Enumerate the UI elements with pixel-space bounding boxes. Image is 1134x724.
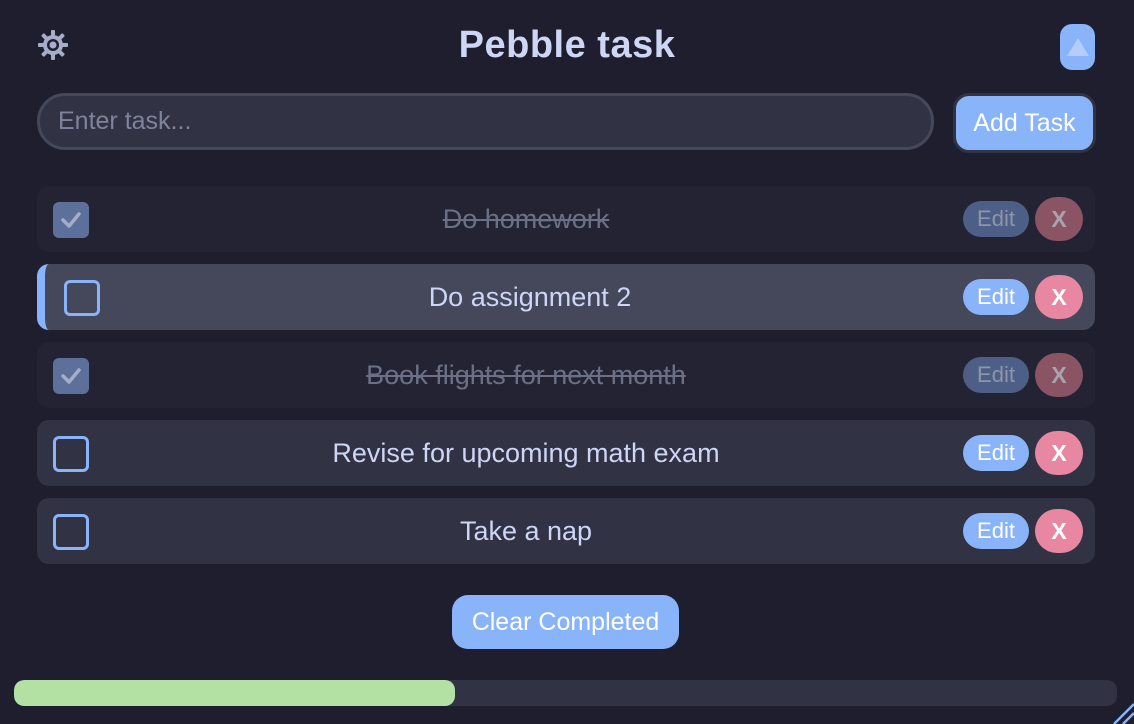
task-checkbox[interactable] bbox=[64, 280, 100, 316]
app-window: Pebble task Add Task Do homework Edit X … bbox=[0, 0, 1134, 724]
task-list: Do homework Edit X Do assignment 2 Edit … bbox=[37, 186, 1095, 576]
resize-handle[interactable] bbox=[1106, 696, 1134, 724]
task-checkbox[interactable] bbox=[53, 358, 89, 394]
edit-button[interactable]: Edit bbox=[963, 279, 1029, 315]
edit-button[interactable]: Edit bbox=[963, 201, 1029, 237]
task-item: Revise for upcoming math exam Edit X bbox=[37, 420, 1095, 486]
task-item: Take a nap Edit X bbox=[37, 498, 1095, 564]
task-checkbox[interactable] bbox=[53, 514, 89, 550]
task-text: Revise for upcoming math exam bbox=[332, 438, 720, 468]
add-task-button[interactable]: Add Task bbox=[953, 93, 1096, 153]
task-item: Do homework Edit X bbox=[37, 186, 1095, 252]
progress-bar bbox=[14, 680, 1117, 706]
task-text: Book flights for next month bbox=[366, 360, 686, 390]
delete-button[interactable]: X bbox=[1035, 197, 1083, 241]
delete-button[interactable]: X bbox=[1035, 353, 1083, 397]
collapse-button[interactable] bbox=[1060, 24, 1095, 70]
progress-fill bbox=[14, 680, 456, 706]
delete-button[interactable]: X bbox=[1035, 275, 1083, 319]
app-title: Pebble task bbox=[458, 24, 676, 66]
delete-button[interactable]: X bbox=[1035, 431, 1083, 475]
task-text: Do assignment 2 bbox=[428, 282, 632, 312]
edit-button[interactable]: Edit bbox=[963, 357, 1029, 393]
task-checkbox[interactable] bbox=[53, 202, 89, 238]
task-item: Do assignment 2 Edit X bbox=[37, 264, 1095, 330]
triangle-up-icon bbox=[1066, 38, 1089, 56]
task-text: Take a nap bbox=[459, 516, 593, 546]
task-input[interactable] bbox=[37, 93, 934, 150]
clear-completed-button[interactable]: Clear Completed bbox=[452, 595, 679, 649]
task-checkbox[interactable] bbox=[53, 436, 89, 472]
task-item: Book flights for next month Edit X bbox=[37, 342, 1095, 408]
checkmark-icon bbox=[61, 212, 81, 228]
checkmark-icon bbox=[61, 368, 81, 384]
edit-button[interactable]: Edit bbox=[963, 513, 1029, 549]
edit-button[interactable]: Edit bbox=[963, 435, 1029, 471]
delete-button[interactable]: X bbox=[1035, 509, 1083, 553]
task-text: Do homework bbox=[442, 204, 610, 234]
